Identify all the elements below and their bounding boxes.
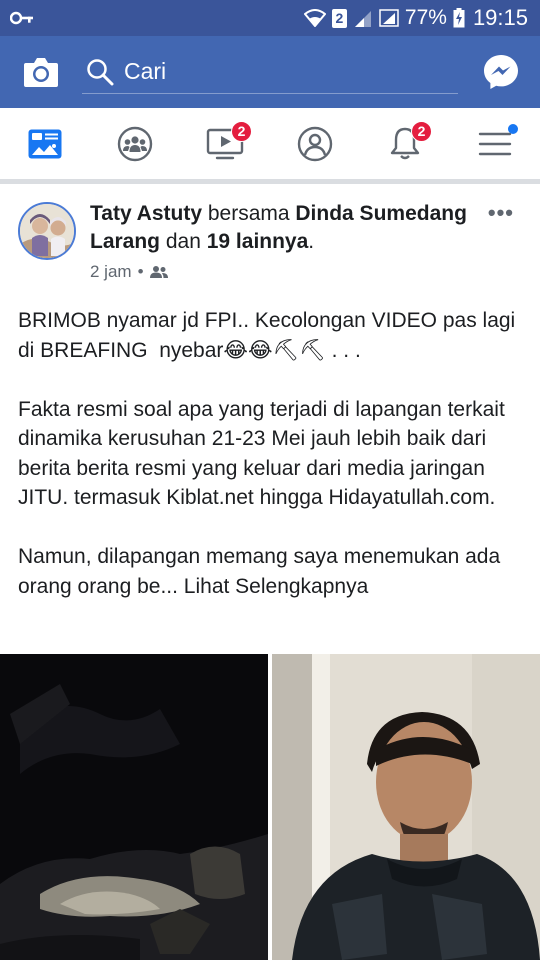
status-icons: 2 77% 19:15 xyxy=(303,0,528,36)
post-paragraph-1: BRIMOB nyamar jd FPI.. Kecolongan VIDEO … xyxy=(18,309,522,362)
author-line-period: . xyxy=(308,230,315,253)
status-bar: 2 77% 19:15 xyxy=(0,0,540,36)
tab-news-feed[interactable] xyxy=(0,108,90,180)
more-options-icon[interactable]: ••• xyxy=(488,200,514,226)
see-more-link[interactable]: Lihat Selengkapnya xyxy=(184,575,368,598)
notifications-badge: 2 xyxy=(411,121,432,142)
key-icon xyxy=(10,11,33,25)
tab-watch[interactable]: 2 xyxy=(180,108,270,180)
search-placeholder: Cari xyxy=(124,58,167,84)
post-images xyxy=(0,654,540,960)
post-author-line: Taty Astuty bersama Dinda Sumedang Laran… xyxy=(90,200,470,256)
post-time[interactable]: 2 jam xyxy=(90,262,132,282)
watch-badge: 2 xyxy=(231,121,252,142)
tab-bar: 2 2 xyxy=(0,108,540,180)
status-time: 19:15 xyxy=(472,5,528,30)
wifi-icon xyxy=(303,9,326,27)
dark-scene-image xyxy=(0,654,268,960)
battery-percent: 77% xyxy=(404,6,447,29)
sim-slot-badge: 2 xyxy=(331,8,347,28)
news-feed-icon xyxy=(28,129,62,159)
search-input[interactable]: Cari xyxy=(82,50,458,94)
tab-notifications[interactable]: 2 xyxy=(360,108,450,180)
battery-charging-icon xyxy=(453,8,465,28)
search-icon xyxy=(87,59,114,86)
groups-icon xyxy=(117,126,153,162)
signal-icon xyxy=(354,11,371,27)
tab-menu[interactable] xyxy=(450,108,540,180)
tab-profile[interactable] xyxy=(270,108,360,180)
search-bar: Cari xyxy=(0,36,540,108)
avatar[interactable] xyxy=(18,202,76,260)
camera-icon[interactable] xyxy=(22,54,60,90)
tab-groups[interactable] xyxy=(90,108,180,180)
post-paragraph-2: Fakta resmi soal apa yang terjadi di lap… xyxy=(18,397,511,510)
and-word: dan xyxy=(160,230,207,253)
author-name[interactable]: Taty Astuty xyxy=(90,202,202,225)
with-word: bersama xyxy=(202,202,296,225)
signal-icon-secondary xyxy=(379,9,399,27)
post-body: BRIMOB nyamar jd FPI.. Kecolongan VIDEO … xyxy=(18,306,524,601)
man-portrait-image xyxy=(272,654,540,960)
post-paragraph-3: Namun, dilapangan memang saya menemukan … xyxy=(18,542,524,601)
avatar-image xyxy=(20,204,74,258)
others-link[interactable]: 19 lainnya xyxy=(207,230,309,253)
profile-icon xyxy=(297,126,333,162)
post-meta: 2 jam • xyxy=(90,262,168,282)
post-image-right[interactable] xyxy=(272,654,540,960)
post-image-left[interactable] xyxy=(0,654,268,960)
hamburger-icon xyxy=(478,132,512,156)
meta-separator: • xyxy=(137,262,144,281)
friends-icon xyxy=(149,266,168,278)
messenger-icon[interactable] xyxy=(482,53,520,91)
post-header: Taty Astuty bersama Dinda Sumedang Laran… xyxy=(0,184,540,294)
menu-new-dot xyxy=(508,124,518,134)
